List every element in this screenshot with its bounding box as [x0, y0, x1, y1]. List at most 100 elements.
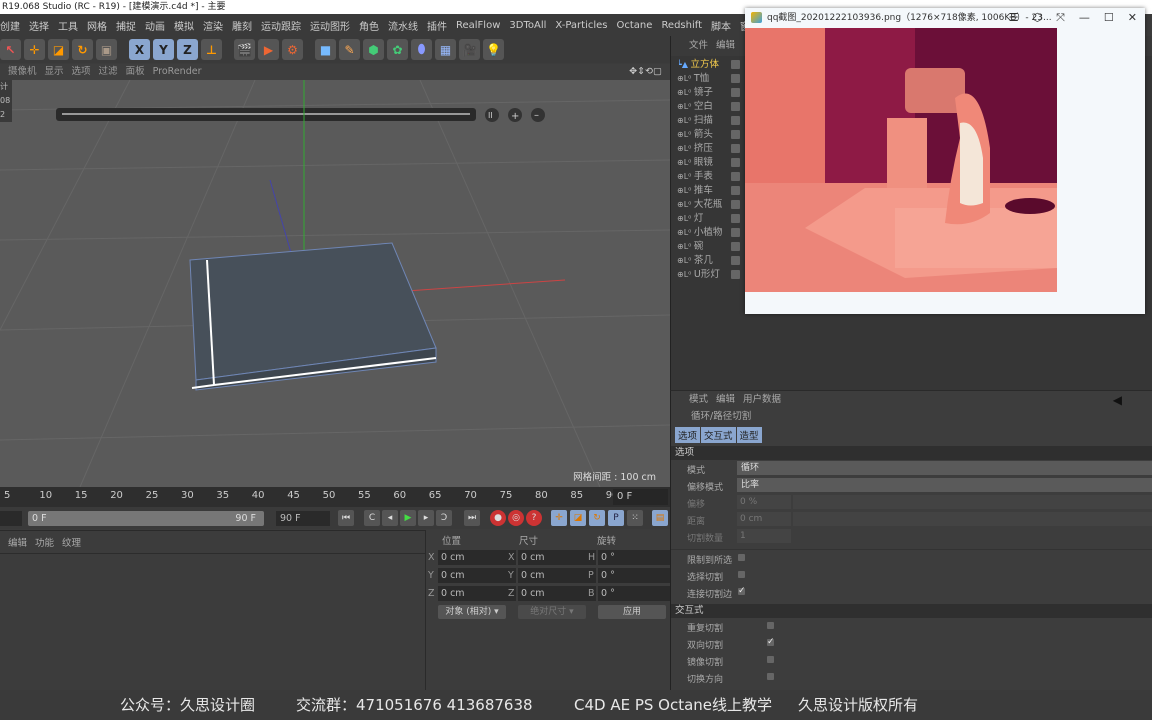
size-field[interactable]: 0 cm: [518, 550, 596, 565]
recent-tools-icon[interactable]: ▣: [96, 39, 117, 60]
material-menu-edit[interactable]: 编辑: [8, 535, 27, 549]
menu-item[interactable]: 流水线: [388, 18, 418, 33]
visibility-toggle[interactable]: [731, 186, 740, 195]
menu-item[interactable]: X-Particles: [555, 20, 607, 31]
offset-field[interactable]: 0 %: [737, 495, 791, 509]
cube-icon[interactable]: ■: [315, 39, 336, 60]
pos-field[interactable]: 0 cm: [438, 550, 516, 565]
visibility-toggle[interactable]: [731, 60, 740, 69]
viewport-menu-filter[interactable]: 过滤: [99, 64, 118, 80]
visibility-toggle[interactable]: [731, 270, 740, 279]
object-list-item[interactable]: ⊕L⁰ 眼镜: [671, 156, 741, 170]
pen-icon[interactable]: ✎: [339, 39, 360, 60]
attr-menu-edit[interactable]: 编辑: [716, 391, 735, 409]
visibility-toggle[interactable]: [731, 242, 740, 251]
pos-field[interactable]: 0 cm: [438, 586, 516, 601]
object-list-item[interactable]: ⊕L⁰ 茶几: [671, 254, 741, 268]
next-key-icon[interactable]: Ↄ: [436, 510, 452, 526]
y-axis-button[interactable]: Y: [153, 39, 174, 60]
render-settings-icon[interactable]: ⚙: [282, 39, 303, 60]
end-frame-field[interactable]: 90 F: [276, 511, 330, 526]
object-menu-file[interactable]: 文件: [689, 36, 708, 56]
menu-item[interactable]: 网格: [87, 18, 107, 33]
rot-field[interactable]: 0 °: [598, 586, 676, 601]
cloner-icon[interactable]: ✿: [387, 39, 408, 60]
object-list-item[interactable]: ┕▲ 立方体: [671, 58, 741, 72]
previous-frame-icon[interactable]: ◂: [382, 510, 398, 526]
viewport-menu-prorender[interactable]: ProRender: [153, 64, 202, 80]
apply-button[interactable]: 应用: [598, 605, 666, 619]
menu-item[interactable]: 运动跟踪: [261, 18, 301, 33]
pos-field[interactable]: 0 cm: [438, 568, 516, 583]
checkbox[interactable]: [738, 571, 745, 578]
play-icon[interactable]: ▶: [400, 510, 416, 526]
minimize-icon[interactable]: —: [1079, 8, 1090, 28]
start-frame-field[interactable]: [0, 511, 22, 526]
size-field[interactable]: 0 cm: [518, 568, 596, 583]
object-list-item[interactable]: ⊕L⁰ 大花瓶: [671, 198, 741, 212]
object-list-item[interactable]: ⊕L⁰ 扫描: [671, 114, 741, 128]
keyframe-selection-icon[interactable]: ?: [526, 510, 542, 526]
visibility-toggle[interactable]: [731, 144, 740, 153]
current-frame-field[interactable]: 0 F: [613, 489, 668, 505]
viewport-menu-options[interactable]: 选项: [72, 64, 91, 80]
go-to-start-icon[interactable]: ⏮: [338, 510, 354, 526]
move-icon[interactable]: ✛: [24, 39, 45, 60]
rot-field[interactable]: 0 °: [598, 550, 676, 565]
object-list-item[interactable]: ⊕L⁰ 箭头: [671, 128, 741, 142]
subdivision-icon[interactable]: ⬢: [363, 39, 384, 60]
menu-item[interactable]: 选择: [29, 18, 49, 33]
menu-item[interactable]: Octane: [617, 20, 653, 31]
visibility-toggle[interactable]: [731, 130, 740, 139]
menu-item[interactable]: 渲染: [203, 18, 223, 33]
cuts-field[interactable]: 1: [737, 529, 791, 543]
checkbox[interactable]: [738, 554, 745, 561]
visibility-toggle[interactable]: [731, 228, 740, 237]
checkbox[interactable]: ✓: [767, 638, 775, 647]
render-to-picture-viewer-icon[interactable]: ▶: [258, 39, 279, 60]
key-position-icon[interactable]: ✛: [551, 510, 567, 526]
rot-field[interactable]: 0 °: [598, 568, 676, 583]
camera-icon[interactable]: 🎥: [459, 39, 480, 60]
size-field[interactable]: 0 cm: [518, 586, 596, 601]
key-parameter-icon[interactable]: P: [608, 510, 624, 526]
checkbox[interactable]: [767, 673, 774, 680]
object-list-item[interactable]: ⊕L⁰ 挤压: [671, 142, 741, 156]
distance-field[interactable]: 0 cm: [737, 512, 791, 526]
visibility-toggle[interactable]: [731, 88, 740, 97]
menu-item[interactable]: 模拟: [174, 18, 194, 33]
menu-item[interactable]: RealFlow: [456, 20, 500, 31]
coordinate-mode-dropdown[interactable]: 对象 (相对) ▾: [438, 605, 506, 619]
close-icon[interactable]: ✕: [1128, 8, 1137, 28]
deformer-icon[interactable]: ⬮: [411, 39, 432, 60]
menu-icon[interactable]: ☰: [1009, 8, 1019, 28]
rotate-icon[interactable]: ⬡: [1032, 8, 1042, 28]
object-list-item[interactable]: ⊕L⁰ T恤: [671, 72, 741, 86]
visibility-toggle[interactable]: [731, 256, 740, 265]
object-menu-edit[interactable]: 编辑: [716, 36, 735, 56]
object-list-item[interactable]: ⊕L⁰ 手表: [671, 170, 741, 184]
timeline-ruler[interactable]: 51015202530354045505560657075808590 0 F: [0, 487, 670, 507]
tab-interactive[interactable]: 交互式: [701, 427, 737, 443]
previous-key-icon[interactable]: C: [364, 510, 380, 526]
object-list-item[interactable]: ⊕L⁰ 空白: [671, 100, 741, 114]
attr-menu-mode[interactable]: 模式: [689, 391, 708, 409]
key-rotation-icon[interactable]: ↻: [589, 510, 605, 526]
menu-item[interactable]: 运动图形: [310, 18, 350, 33]
visibility-toggle[interactable]: [731, 102, 740, 111]
menu-item[interactable]: 角色: [359, 18, 379, 33]
viewport-menu-display[interactable]: 显示: [45, 64, 64, 80]
visibility-toggle[interactable]: [731, 172, 740, 181]
object-list-item[interactable]: ⊕L⁰ 推车: [671, 184, 741, 198]
distance-slider[interactable]: [793, 512, 1152, 526]
go-to-end-icon[interactable]: ⏭: [464, 510, 480, 526]
visibility-toggle[interactable]: [731, 200, 740, 209]
menu-item[interactable]: 插件: [427, 18, 447, 33]
object-list-item[interactable]: ⊕L⁰ 灯: [671, 212, 741, 226]
light-icon[interactable]: 💡: [483, 39, 504, 60]
checkbox[interactable]: [767, 656, 774, 663]
material-menu-texture[interactable]: 纹理: [62, 535, 81, 549]
visibility-toggle[interactable]: [731, 116, 740, 125]
visibility-toggle[interactable]: [731, 74, 740, 83]
viewport-menu-panel[interactable]: 面板: [126, 64, 145, 80]
